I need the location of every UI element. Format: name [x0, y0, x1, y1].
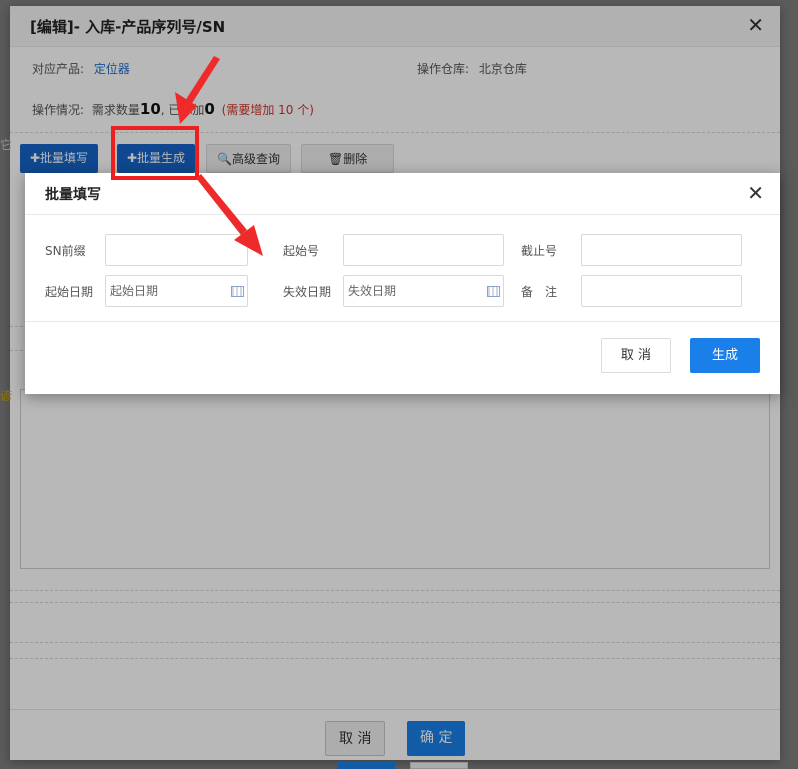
annotation-arrows [175, 56, 263, 256]
annotation-arrow-2 [196, 174, 247, 235]
annotation-arrow-1 [183, 56, 220, 108]
